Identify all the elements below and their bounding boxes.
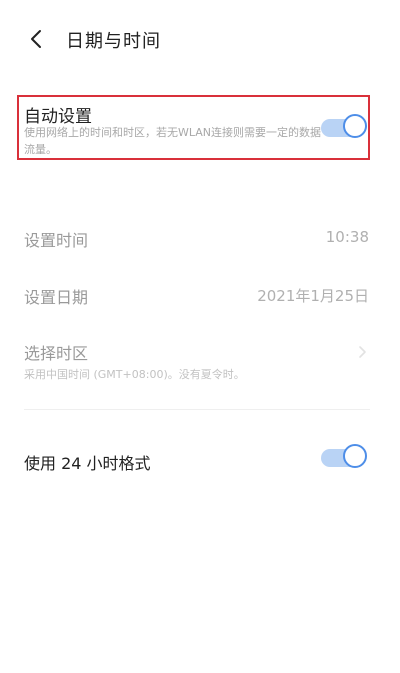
- auto-setting-description: 使用网络上的时间和时区，若无WLAN连接则需要一定的数据流量。: [24, 126, 322, 156]
- header: 日期与时间: [0, 0, 400, 80]
- set-date-value: 2021年1月25日: [257, 287, 369, 305]
- format-24h-toggle[interactable]: [321, 444, 367, 470]
- timezone-description: 采用中国时间 (GMT+08:00)。没有夏令时。: [24, 368, 245, 381]
- timezone-label[interactable]: 选择时区: [24, 340, 88, 364]
- format-24h-label: 使用 24 小时格式: [24, 454, 151, 473]
- set-date-label[interactable]: 设置日期: [24, 284, 88, 308]
- toggle-knob: [343, 444, 367, 468]
- chevron-right-icon[interactable]: [357, 345, 367, 359]
- toggle-knob: [343, 114, 367, 138]
- back-icon[interactable]: [26, 28, 48, 50]
- set-time-value: 10:38: [325, 228, 369, 246]
- divider: [24, 409, 370, 410]
- set-time-label[interactable]: 设置时间: [24, 227, 88, 251]
- auto-setting-toggle[interactable]: [321, 114, 367, 140]
- page-title: 日期与时间: [66, 31, 161, 52]
